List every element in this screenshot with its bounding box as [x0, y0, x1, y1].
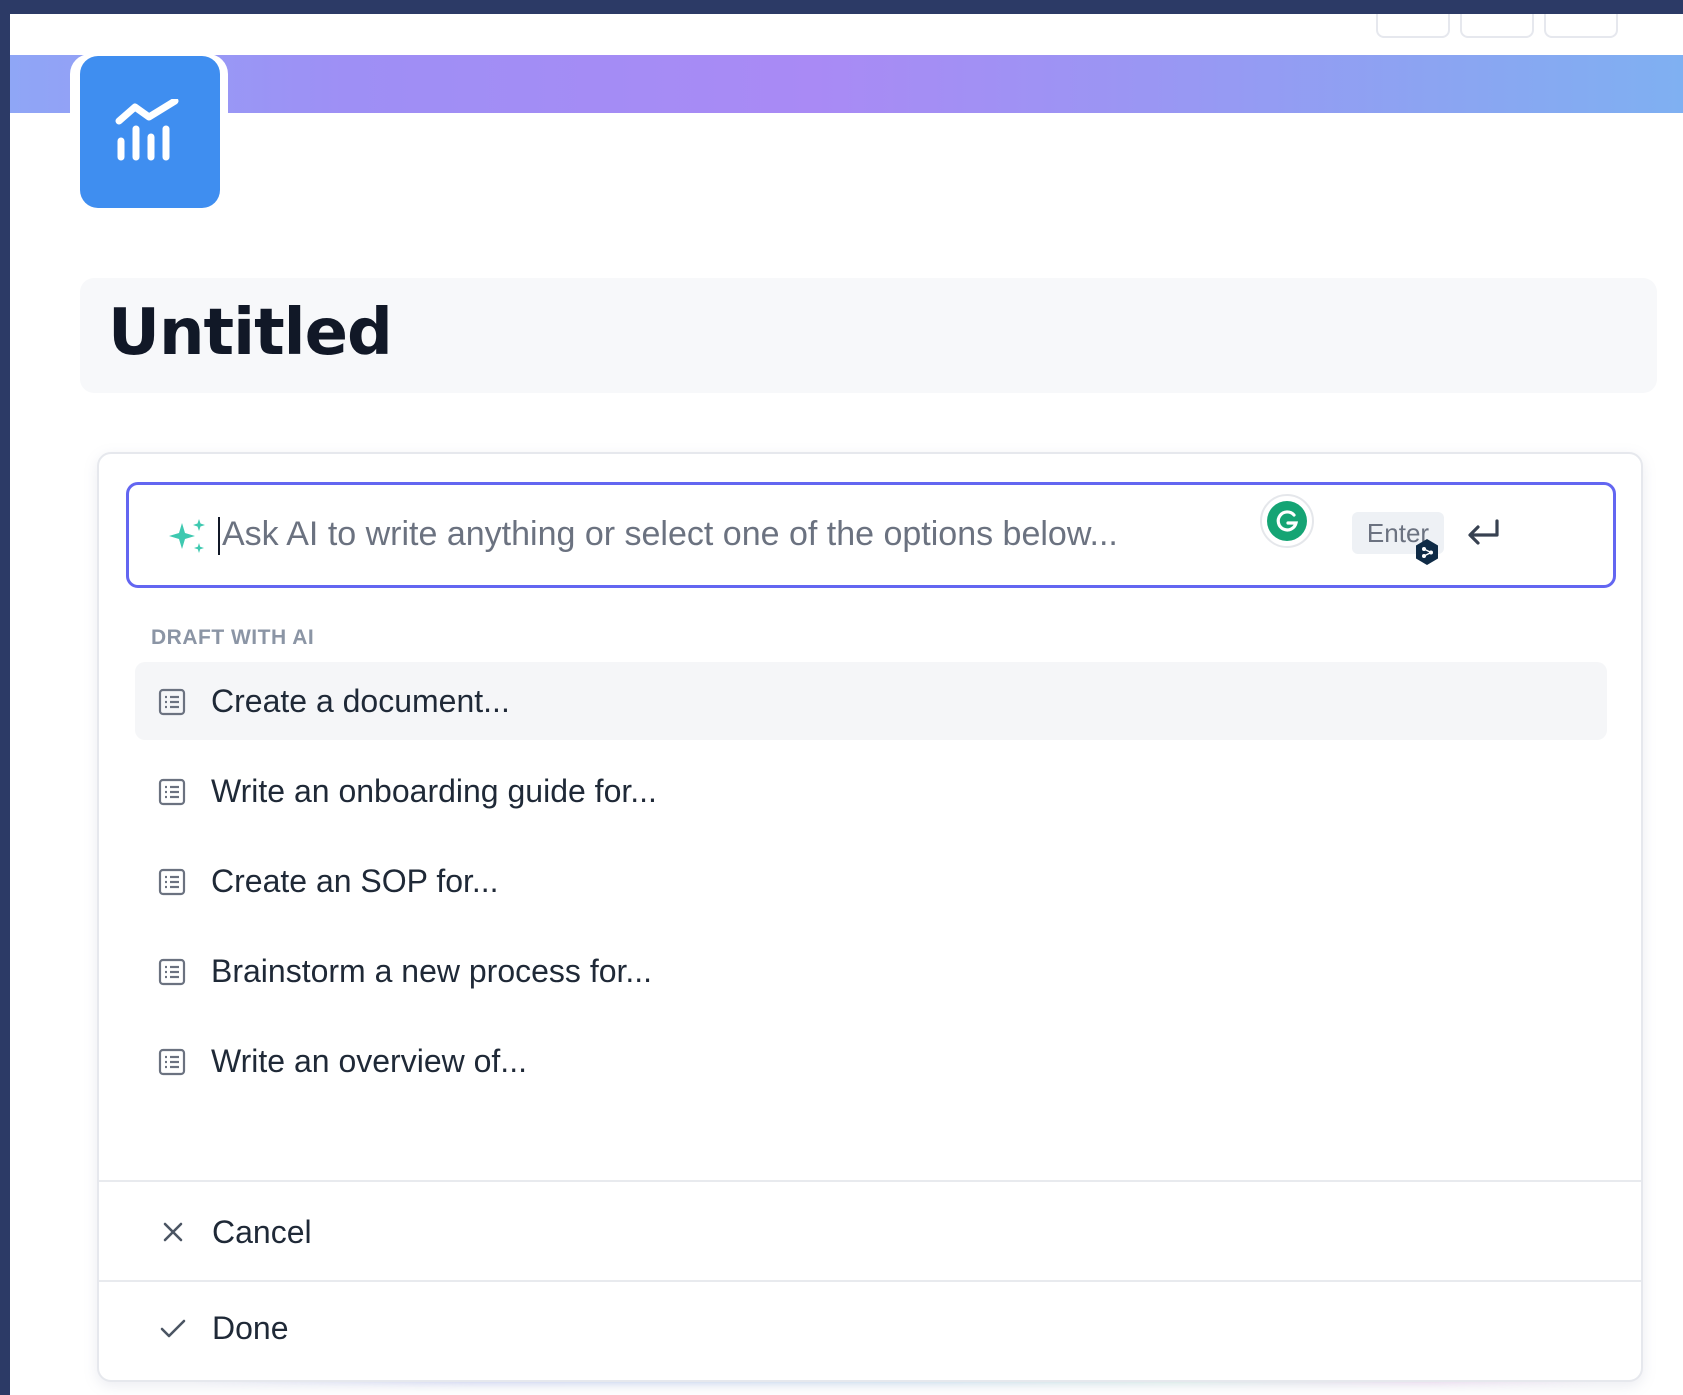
option-label: Brainstorm a new process for... — [211, 952, 653, 989]
toolbar-button[interactable] — [1544, 14, 1618, 38]
cancel-button[interactable]: Cancel — [99, 1184, 1641, 1280]
text-caret — [218, 517, 220, 555]
section-label-draft-with-ai: DRAFT WITH AI — [151, 626, 315, 649]
option-label: Create an SOP for... — [211, 862, 499, 899]
toolbar-button[interactable] — [1460, 14, 1534, 38]
close-icon — [163, 1222, 183, 1242]
grammarly-icon — [1267, 501, 1307, 541]
document-list-icon — [158, 688, 186, 716]
ai-assistant-panel: Enter DRAFT WITH AI Create a — [97, 452, 1643, 1382]
deepl-icon[interactable] — [1414, 538, 1440, 566]
grammarly-button[interactable] — [1260, 494, 1314, 548]
option-write-overview[interactable]: Write an overview of... — [135, 1022, 1607, 1100]
divider — [99, 1180, 1641, 1182]
page-title[interactable]: Untitled — [108, 296, 393, 370]
option-onboarding-guide[interactable]: Write an onboarding guide for... — [135, 752, 1607, 830]
done-button[interactable]: Done — [99, 1280, 1641, 1376]
done-label: Done — [212, 1309, 289, 1346]
document-list-icon — [158, 1048, 186, 1076]
option-create-document[interactable]: Create a document... — [135, 662, 1607, 740]
sparkle-icon — [169, 519, 205, 553]
option-brainstorm-process[interactable]: Brainstorm a new process for... — [135, 932, 1607, 1010]
ai-prompt-box[interactable]: Enter — [126, 482, 1616, 588]
chart-trend-icon — [115, 99, 179, 161]
title-block[interactable]: Untitled — [80, 278, 1657, 393]
document-list-icon — [158, 868, 186, 896]
page-icon[interactable] — [80, 56, 220, 208]
option-label: Create a document... — [211, 682, 510, 719]
cancel-label: Cancel — [212, 1213, 312, 1250]
option-label: Write an overview of... — [211, 1042, 527, 1079]
option-label: Write an onboarding guide for... — [211, 772, 657, 809]
ai-prompt-input[interactable] — [222, 511, 1222, 557]
document-list-icon — [158, 958, 186, 986]
toolbar-button[interactable] — [1376, 14, 1450, 38]
option-create-sop[interactable]: Create an SOP for... — [135, 842, 1607, 920]
document-page: Untitled Enter — [10, 14, 1683, 1395]
cover-banner[interactable] — [10, 55, 1683, 113]
document-list-icon — [158, 778, 186, 806]
return-icon[interactable] — [1463, 517, 1503, 551]
check-icon — [160, 1319, 186, 1338]
